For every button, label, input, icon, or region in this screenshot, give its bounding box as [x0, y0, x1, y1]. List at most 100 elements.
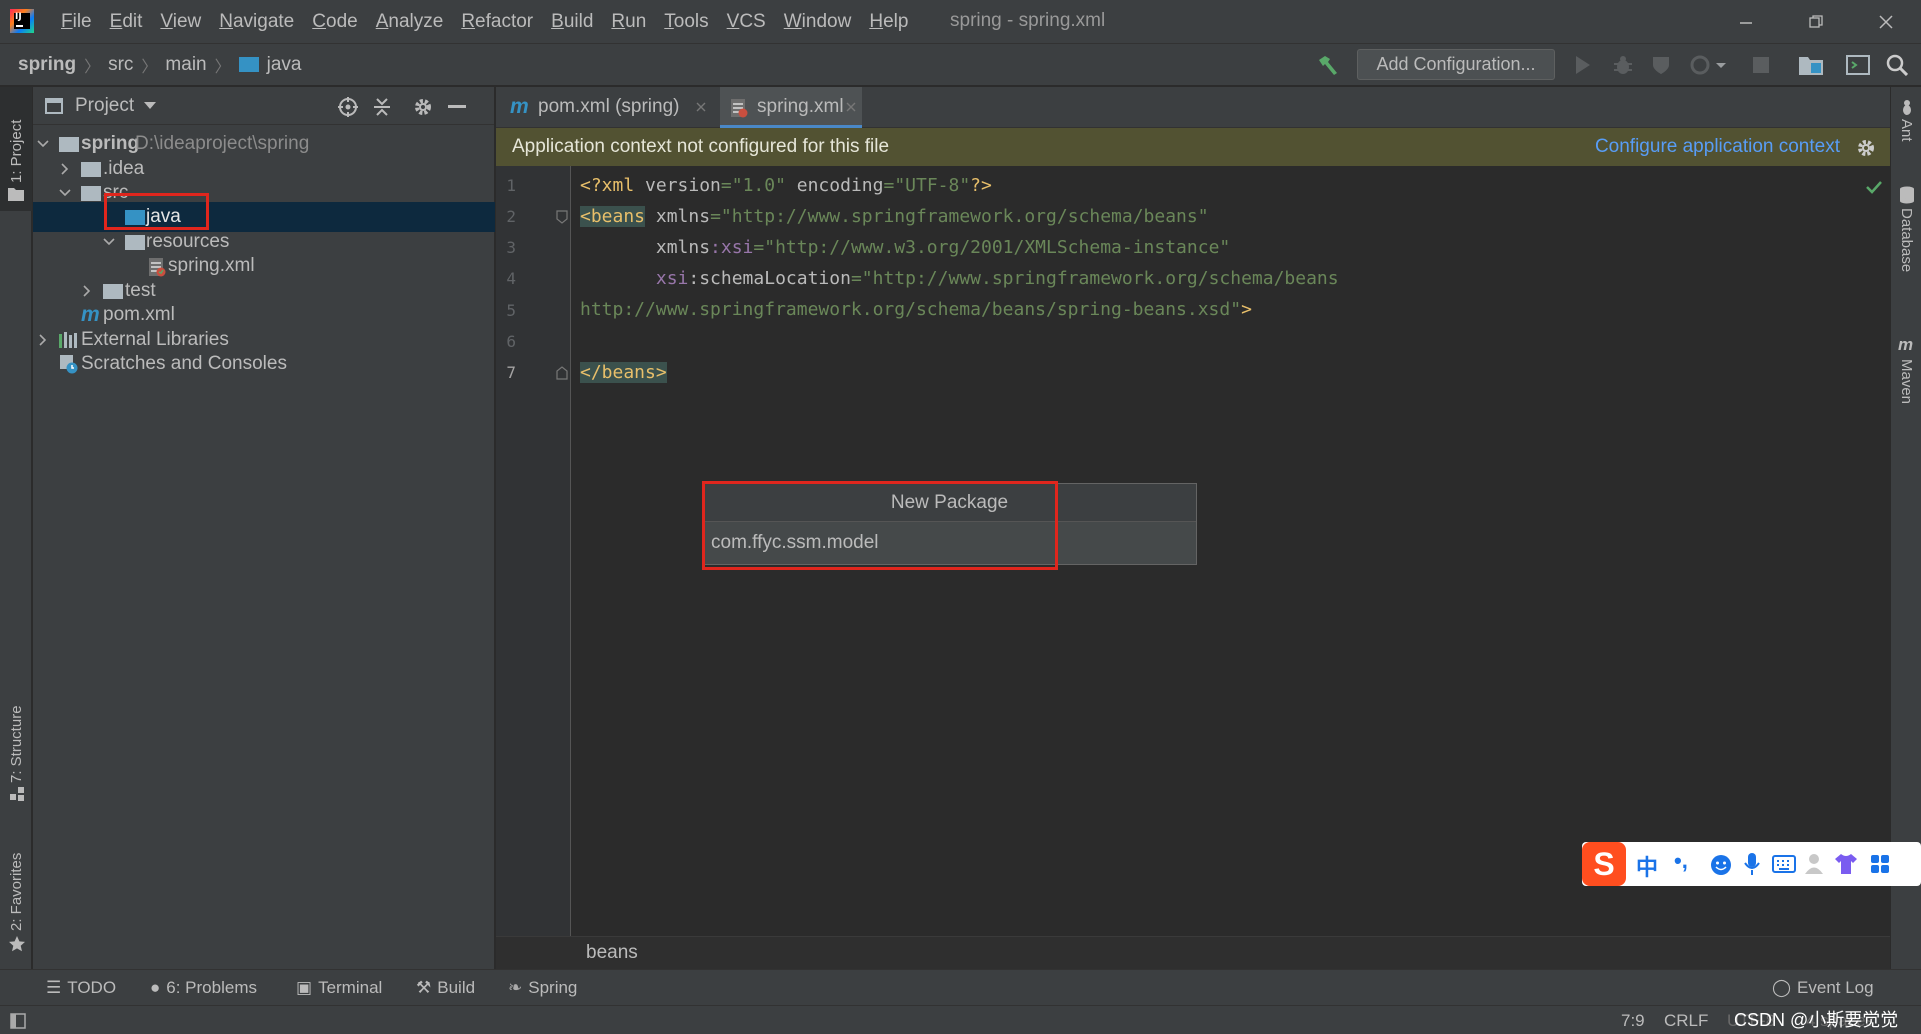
collapse-all-icon[interactable]: [373, 97, 391, 117]
stop-button[interactable]: [1752, 56, 1770, 74]
tool-tab-maven[interactable]: m Maven: [1891, 335, 1921, 435]
tool-todo[interactable]: ☰ TODO: [46, 970, 116, 1006]
skin-shirt-icon[interactable]: [1834, 853, 1858, 875]
menu-edit[interactable]: Edit: [101, 0, 152, 44]
ime-mode[interactable]: 中: [1636, 850, 1658, 882]
project-view-label: Project: [75, 95, 135, 116]
hammer-icon: [1319, 56, 1337, 75]
tool-terminal[interactable]: ▣ Terminal: [296, 970, 382, 1006]
tab-spring-xml[interactable]: spring.xml: [720, 87, 862, 128]
close-icon[interactable]: [696, 102, 706, 112]
menu-file[interactable]: File: [52, 0, 101, 44]
menu-vcs[interactable]: VCS: [718, 0, 775, 44]
crumb-main[interactable]: main: [165, 54, 206, 76]
project-panel: Project spring D:\ideaproject\spring .id…: [33, 87, 495, 969]
fold-icon[interactable]: [556, 210, 568, 224]
hide-panel-icon[interactable]: [448, 105, 466, 109]
tool-tab-favorites[interactable]: 2: Favorites: [0, 827, 32, 957]
add-configuration-button[interactable]: Add Configuration...: [1357, 49, 1555, 80]
crumb-src[interactable]: src: [108, 54, 133, 76]
restore-icon: [1809, 15, 1823, 28]
spring-xml-icon: [731, 99, 748, 118]
microphone-icon[interactable]: [1744, 852, 1760, 876]
keyboard-icon[interactable]: [1772, 855, 1796, 873]
menu-help[interactable]: Help: [860, 0, 917, 44]
sogou-logo-icon[interactable]: S: [1582, 842, 1626, 886]
search-everywhere-button[interactable]: [1886, 54, 1908, 76]
problems-icon: ●: [150, 978, 161, 997]
minimize-button[interactable]: [1716, 0, 1776, 44]
chevron-right-icon: [39, 334, 47, 346]
coverage-button[interactable]: [1650, 54, 1672, 76]
intellij-logo-icon: IJ: [10, 9, 34, 33]
menu-analyze[interactable]: Analyze: [367, 0, 453, 44]
line-number: 5: [506, 301, 516, 320]
menu-window[interactable]: Window: [775, 0, 861, 44]
new-package-title: New Package: [703, 484, 1196, 522]
tool-tab-structure[interactable]: 7: Structure: [0, 687, 32, 817]
locate-icon[interactable]: [338, 97, 358, 117]
crumb-spring[interactable]: spring: [18, 54, 76, 76]
tree-row-scratches[interactable]: Scratches and Consoles: [33, 349, 495, 379]
project-view-dropdown[interactable]: Project: [75, 87, 157, 125]
debug-button[interactable]: [1612, 54, 1634, 76]
terminal-toolbar-button[interactable]: [1846, 55, 1870, 75]
editor-breadcrumb-beans[interactable]: beans: [586, 937, 638, 969]
terminal-icon: ▣: [296, 978, 313, 997]
status-bar: 7:9 CRLF UTF-8 4 spaces CSDN @小斯要觉觉: [0, 1005, 1921, 1034]
line-number: 6: [506, 332, 516, 351]
project-structure-button[interactable]: [1798, 54, 1824, 76]
tool-spring[interactable]: ❧ Spring: [508, 970, 577, 1006]
caret-position[interactable]: 7:9: [1621, 1006, 1645, 1034]
tool-tab-favorites-label: 2: Favorites: [8, 852, 25, 931]
chevron-down-icon: [103, 238, 115, 246]
ime-punct[interactable]: •,: [1674, 848, 1688, 874]
emoji-icon[interactable]: [1710, 854, 1732, 876]
scratches-icon: [60, 355, 78, 374]
tab-pom-xml[interactable]: m pom.xml (spring): [496, 87, 714, 128]
configure-context-link[interactable]: Configure application context: [1595, 128, 1840, 166]
run-button[interactable]: [1574, 55, 1592, 75]
tool-tab-ant[interactable]: Ant: [1891, 95, 1921, 165]
chevron-down-icon: [144, 102, 157, 109]
toggle-tool-windows-icon[interactable]: [10, 1013, 26, 1029]
crumb-java[interactable]: java: [267, 54, 302, 76]
menu-refactor[interactable]: Refactor: [452, 0, 542, 44]
menu-tools[interactable]: Tools: [655, 0, 717, 44]
menu-code[interactable]: Code: [303, 0, 366, 44]
editor-breadcrumb-bar: beans: [496, 936, 1890, 969]
bottom-tool-bar: ☰ TODO ● 6: Problems ▣ Terminal ⚒ Build ❧ Spr…: [0, 969, 1921, 1005]
tool-tab-project-label: 1: Project: [8, 119, 25, 183]
ant-icon: [1903, 100, 1911, 115]
close-icon[interactable]: [846, 102, 856, 112]
gear-icon[interactable]: [1856, 138, 1876, 158]
tool-tab-project[interactable]: 1: Project: [0, 87, 32, 211]
restore-button[interactable]: [1786, 0, 1846, 44]
tool-build[interactable]: ⚒ Build: [416, 970, 475, 1006]
tab-spring-xml-label: spring.xml: [757, 96, 844, 117]
library-icon: [59, 332, 77, 348]
spring-context-banner: Application context not configured for t…: [496, 128, 1890, 166]
tool-event-log[interactable]: ◯ Event Log: [1772, 970, 1874, 1006]
menu-navigate[interactable]: Navigate: [210, 0, 303, 44]
menu-build[interactable]: Build: [542, 0, 602, 44]
tool-problems[interactable]: ● 6: Problems: [150, 970, 257, 1006]
left-tool-strip: 1: Project 7: Structure 2: Favorites: [0, 87, 32, 969]
user-icon[interactable]: [1804, 853, 1824, 875]
menu-view[interactable]: View: [151, 0, 210, 44]
close-window-button[interactable]: [1856, 0, 1916, 44]
line-separator[interactable]: CRLF: [1664, 1006, 1708, 1034]
chevron-right-icon: [83, 285, 91, 297]
profile-button[interactable]: [1690, 54, 1728, 76]
project-panel-header: Project: [33, 87, 494, 125]
build-hammer-button[interactable]: [1316, 54, 1340, 76]
menu-run[interactable]: Run: [602, 0, 655, 44]
package-name-input[interactable]: [703, 522, 1196, 564]
fold-icon[interactable]: [556, 366, 568, 380]
chevron-down-icon: [59, 189, 71, 197]
folder-icon: [238, 57, 261, 73]
tool-tab-database[interactable]: Database: [1891, 182, 1921, 322]
code-line-3: xmlns:xsi="http://www.w3.org/2001/XMLSch…: [580, 237, 1231, 258]
apps-grid-icon[interactable]: [1870, 854, 1890, 874]
gear-icon[interactable]: [413, 97, 433, 117]
